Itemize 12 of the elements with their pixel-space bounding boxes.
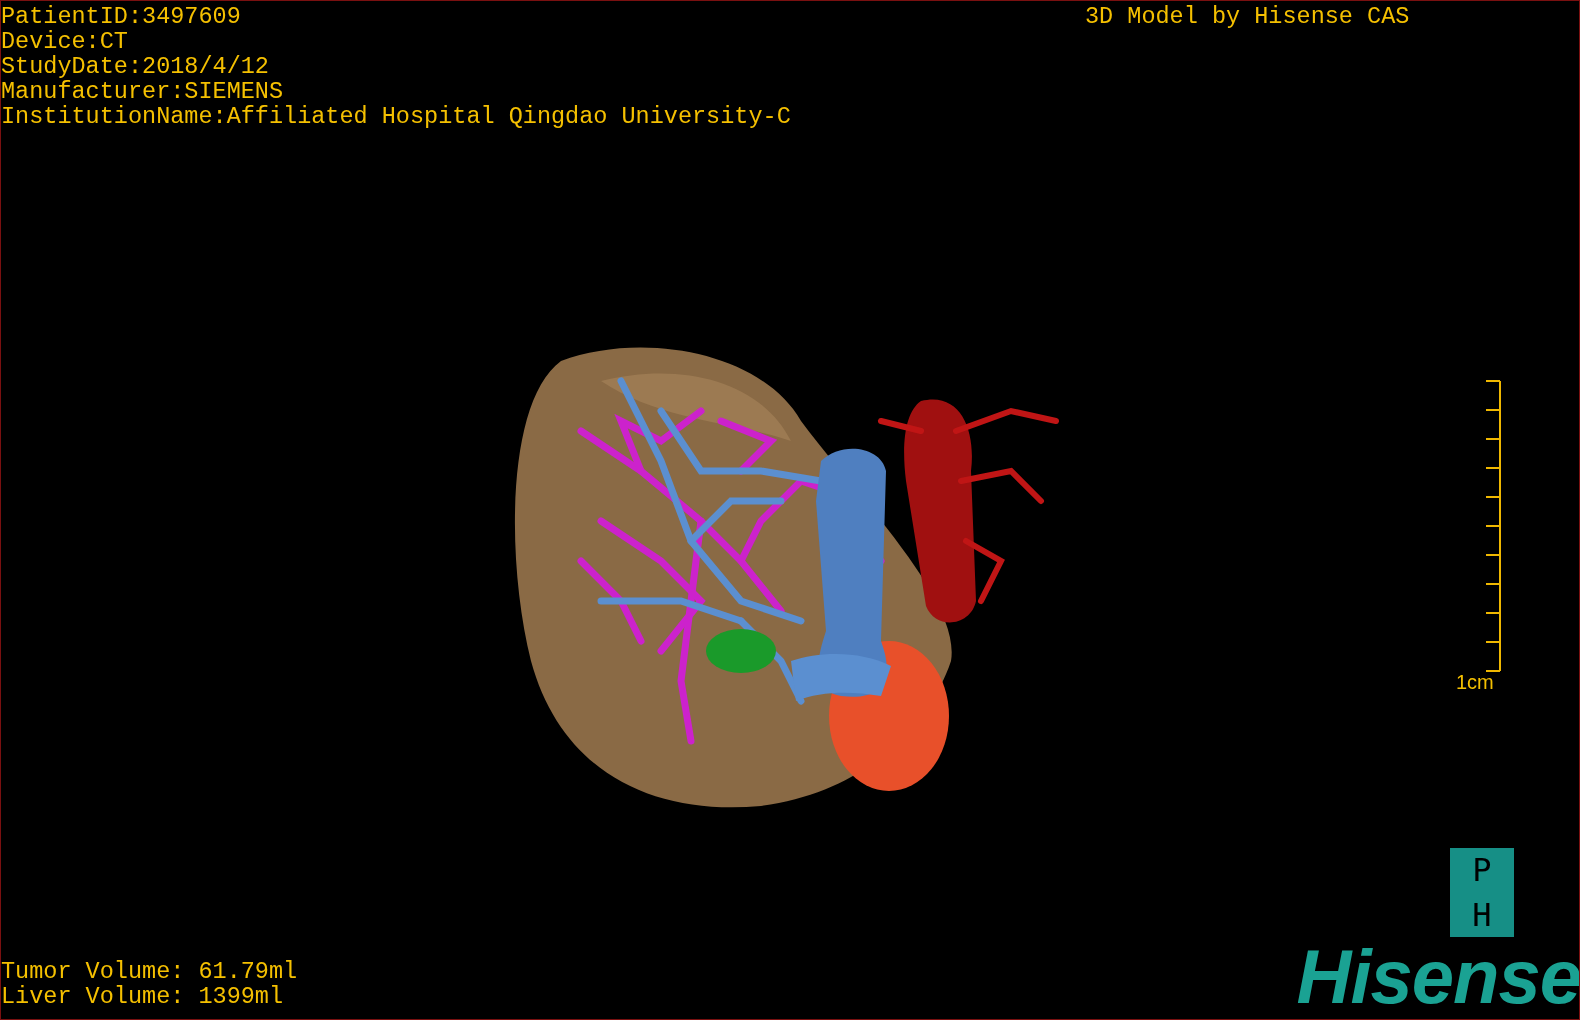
badge-letter: P <box>1472 853 1492 888</box>
brand-logo: Hisense <box>1296 937 1579 1017</box>
volume-text: Tumor Volume: 61.79ml <box>1 959 298 984</box>
scale-label: 1cm <box>1456 671 1494 694</box>
model-title: 3D Model by Hisense CAS <box>1085 4 1410 29</box>
patient-info-text: PatientID:3497609 <box>1 4 242 29</box>
badge-letter: H <box>1472 897 1492 932</box>
patient-info-text: Device:CT <box>1 29 129 54</box>
patient-info-text: InstitutionName:Affiliated Hospital Qingdao University-C <box>1 104 791 129</box>
volume-text: Liver Volume: 1399ml <box>1 984 285 1009</box>
patient-info-text: StudyDate:2018/4/12 <box>1 54 270 79</box>
patient-info-text: Manufacturer:SIEMENS <box>1 79 285 104</box>
